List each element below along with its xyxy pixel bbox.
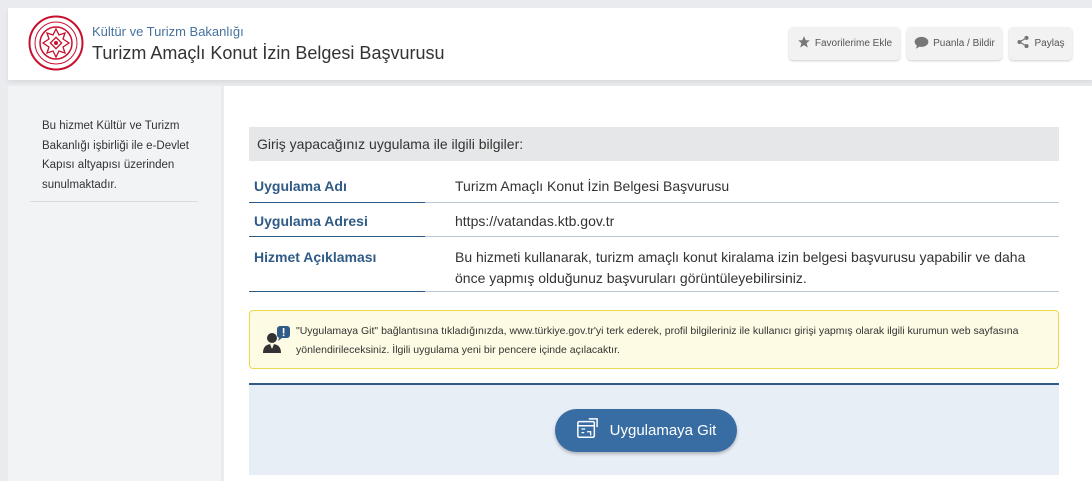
info-row-app-address: Uygulama Adresi https://vatandas.ktb.gov… — [249, 203, 1059, 237]
go-to-application-label: Uygulamaya Git — [609, 422, 717, 439]
user-alert-icon — [262, 325, 292, 355]
label-underline — [249, 236, 425, 237]
info-row-value: Bu hizmeti kullanarak, turizm amaçlı kon… — [455, 249, 1026, 286]
share-button[interactable]: Paylaş — [1009, 27, 1072, 60]
label-underline — [249, 291, 425, 292]
main-content: Giriş yapacağınız uygulama ile ilgili bi… — [224, 86, 1092, 481]
star-icon — [797, 35, 811, 52]
rate-button[interactable]: Puanla / Bildir — [907, 27, 1002, 60]
ministry-logo — [28, 15, 84, 71]
info-row-label: Uygulama Adı — [254, 178, 347, 194]
add-favorite-label: Favorilerime Ekle — [814, 38, 893, 49]
info-row-value: https://vatandas.ktb.gov.tr — [455, 213, 615, 229]
info-row-label: Uygulama Adresi — [254, 213, 368, 229]
ministry-name: Kültür ve Turizm Bakanlığı — [92, 24, 244, 39]
share-label: Paylaş — [1034, 38, 1065, 49]
action-panel: Uygulamaya Git — [249, 383, 1059, 475]
info-section-header: Giriş yapacağınız uygulama ile ilgili bi… — [249, 127, 1059, 161]
info-row-app-name: Uygulama Adı Turizm Amaçlı Konut İzin Be… — [249, 172, 1059, 203]
external-window-icon — [576, 417, 598, 444]
add-favorite-button[interactable]: Favorilerime Ekle — [789, 27, 900, 60]
rate-label: Puanla / Bildir — [933, 38, 995, 49]
sidebar-info-text: Bu hizmet Kültür ve Turizm Bakanlığı işb… — [42, 120, 190, 191]
redirect-notice-text: "Uygulamaya Git" bağlantısına tıkladığın… — [296, 325, 1019, 356]
share-icon — [1016, 35, 1030, 52]
speech-bubble-icon — [914, 36, 929, 52]
page-header: Kültür ve Turizm Bakanlığı Turizm Amaçlı… — [8, 8, 1092, 80]
info-row-value: Turizm Amaçlı Konut İzin Belgesi Başvuru… — [455, 178, 730, 194]
redirect-notice: "Uygulamaya Git" bağlantısına tıkladığın… — [249, 310, 1059, 369]
label-underline — [249, 202, 425, 203]
sidebar: Bu hizmet Kültür ve Turizm Bakanlığı işb… — [8, 86, 221, 481]
page-title: Turizm Amaçlı Konut İzin Belgesi Başvuru… — [92, 43, 445, 63]
info-row-description: Hizmet Açıklaması Bu hizmeti kullanarak,… — [249, 237, 1059, 292]
go-to-application-button[interactable]: Uygulamaya Git — [555, 409, 737, 452]
info-row-label: Hizmet Açıklaması — [254, 249, 377, 265]
sidebar-divider — [30, 201, 198, 202]
